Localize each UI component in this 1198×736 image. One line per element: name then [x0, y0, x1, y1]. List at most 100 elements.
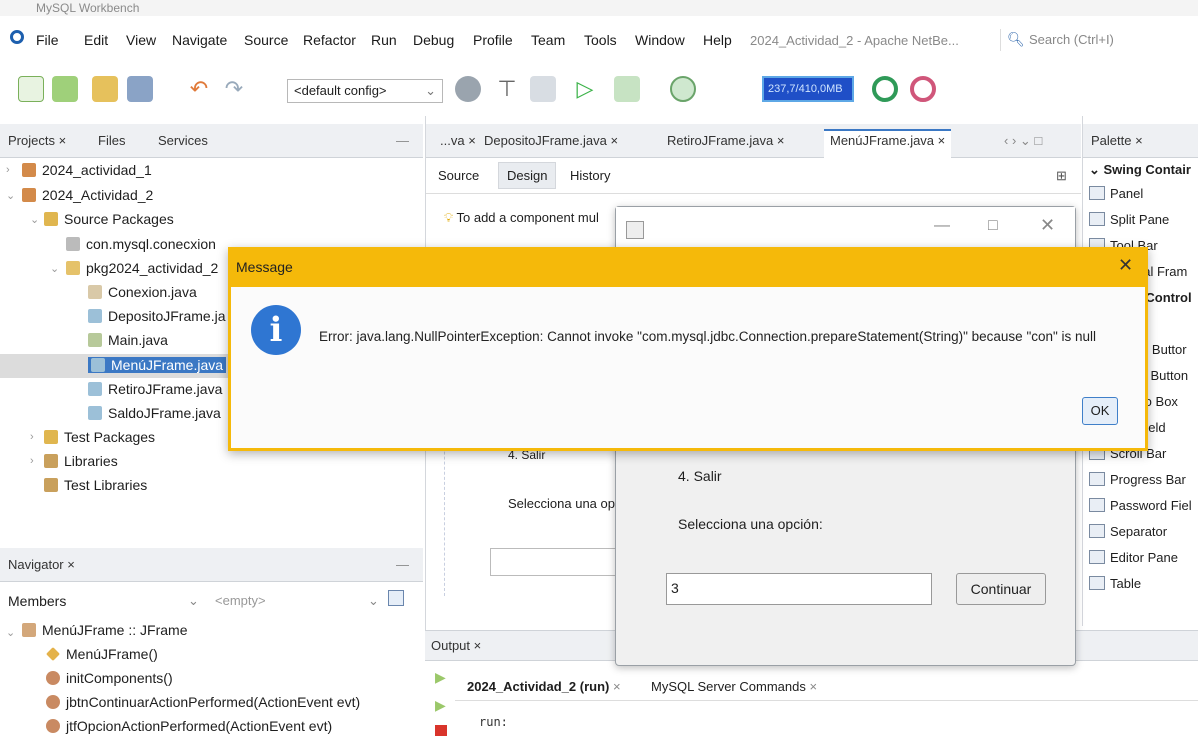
tree-item-file[interactable]: SaldoJFrame.java	[88, 405, 221, 421]
palette-item[interactable]: Password Fiel	[1089, 498, 1192, 513]
tree-item-file[interactable]: Conexion.java	[88, 284, 197, 300]
continuar-button[interactable]: Continuar	[956, 573, 1046, 605]
undo-icon[interactable]: ↶	[186, 76, 212, 102]
menu-debug[interactable]: Debug	[413, 32, 454, 48]
tab-files[interactable]: Files	[98, 133, 125, 148]
navigator-member[interactable]: jtfOpcionActionPerformed(ActionEvent evt…	[46, 718, 332, 734]
tree-item-folder[interactable]: Libraries	[44, 453, 118, 469]
tab-editor-file[interactable]: ...va ×	[440, 133, 476, 148]
palette-item[interactable]: Progress Bar	[1089, 472, 1186, 487]
menu-navigate[interactable]: Navigate	[172, 32, 227, 48]
menu-file[interactable]: File	[36, 32, 59, 48]
clean-build-icon[interactable]	[530, 76, 556, 102]
palette-item[interactable]: Editor Pane	[1089, 550, 1178, 565]
dialog-titlebar: Message ✕	[228, 247, 1148, 287]
tab-editor-file[interactable]: RetiroJFrame.java ×	[667, 133, 784, 148]
gc-icon[interactable]	[872, 76, 898, 102]
coffee-cup-icon	[22, 188, 36, 202]
netbeans-logo-icon	[10, 30, 24, 44]
navigator-member[interactable]: MenúJFrame()	[46, 646, 158, 662]
palette-item[interactable]: Panel	[1089, 186, 1143, 201]
navigator-filter-input[interactable]: <empty>	[215, 593, 266, 608]
search-input[interactable]: Search (Ctrl+I)	[1029, 32, 1114, 47]
ok-button[interactable]: OK	[1082, 397, 1118, 425]
minimize-icon[interactable]: —	[396, 557, 409, 572]
new-file-icon[interactable]	[18, 76, 44, 102]
tree-item-file[interactable]: Main.java	[88, 332, 168, 348]
tab-editor-file-active[interactable]: MenúJFrame.java ×	[824, 129, 952, 158]
jframe-form-icon	[88, 406, 102, 420]
open-project-icon[interactable]	[92, 76, 118, 102]
minimize-icon[interactable]: —	[934, 217, 950, 235]
gc-reset-icon[interactable]	[910, 76, 936, 102]
tab-scroll-icon[interactable]: ‹ › ⌄ □	[1004, 133, 1042, 149]
palette-item[interactable]: Split Pane	[1089, 212, 1169, 227]
tree-item-project[interactable]: 2024_Actividad_2	[22, 187, 153, 203]
menu-help[interactable]: Help	[703, 32, 732, 48]
stop-icon[interactable]	[435, 725, 447, 736]
search-box[interactable]: 🔍︎ Search (Ctrl+I)	[1000, 29, 1198, 51]
tab-navigator[interactable]: Navigator ×	[8, 557, 75, 572]
tree-item-file[interactable]: RetiroJFrame.java	[88, 381, 222, 397]
palette-item[interactable]: Table	[1089, 576, 1141, 591]
menu-source[interactable]: Source	[244, 32, 288, 48]
chevron-down-icon[interactable]: ⌄	[188, 593, 199, 609]
new-project-icon[interactable]	[52, 76, 78, 102]
menu-tools[interactable]: Tools	[584, 32, 617, 48]
menu-edit[interactable]: Edit	[84, 32, 108, 48]
maximize-icon[interactable]: □	[988, 217, 998, 235]
palette-item[interactable]: Separator	[1089, 524, 1167, 539]
menu-profile[interactable]: Profile	[473, 32, 513, 48]
subtab-design[interactable]: Design	[498, 162, 557, 189]
rerun-icon[interactable]: ▶	[435, 697, 446, 714]
subtab-source[interactable]: Source	[438, 168, 479, 183]
tree-item-package[interactable]: pkg2024_actividad_2	[66, 260, 218, 276]
chevron-down-icon[interactable]: ⌄	[368, 593, 379, 609]
tab-palette[interactable]: Palette ×	[1091, 133, 1143, 148]
close-icon[interactable]: ✕	[1118, 255, 1133, 276]
tree-item-file[interactable]: DepositoJFrame.ja	[88, 308, 226, 324]
profile-icon[interactable]	[670, 76, 696, 102]
tab-output[interactable]: Output ×	[431, 638, 481, 653]
tree-item-folder[interactable]: Test Packages	[44, 429, 155, 445]
tab-services[interactable]: Services	[158, 133, 208, 148]
config-select[interactable]: <default config> ⌄	[287, 79, 443, 103]
lightbulb-icon: 💡︎	[444, 210, 454, 225]
tree-item-package[interactable]: con.mysql.conecxion	[66, 236, 216, 252]
save-all-icon[interactable]	[127, 76, 153, 102]
tree-item-folder[interactable]: Test Libraries	[44, 477, 147, 493]
rerun-icon[interactable]: ▶	[435, 669, 446, 686]
subtab-history[interactable]: History	[570, 168, 610, 183]
menu-view[interactable]: View	[126, 32, 156, 48]
design-textfield[interactable]	[490, 548, 620, 576]
option-input[interactable]: 3	[666, 573, 932, 605]
palette-tabbar: Palette ×	[1083, 124, 1198, 158]
tree-item-project[interactable]: 2024_actividad_1	[22, 162, 152, 178]
navigator-class[interactable]: MenúJFrame :: JFrame	[22, 622, 187, 638]
menu-run[interactable]: Run	[371, 32, 397, 48]
tab-editor-file[interactable]: DepositoJFrame.java ×	[484, 133, 618, 148]
split-pane-icon	[1089, 212, 1105, 226]
tab-projects[interactable]: Projects ×	[8, 133, 66, 148]
tree-item-folder[interactable]: Source Packages	[44, 211, 174, 227]
close-icon[interactable]: ✕	[1040, 215, 1055, 236]
minimize-icon[interactable]: —	[396, 133, 409, 148]
expand-icon[interactable]: ⊞	[1056, 168, 1067, 184]
tab-mysql-commands[interactable]: MySQL Server Commands ×	[651, 679, 817, 694]
menu-team[interactable]: Team	[531, 32, 565, 48]
filter-toggle-icon[interactable]	[388, 590, 404, 606]
run-icon[interactable]: ▷	[572, 76, 598, 102]
option-salir-label: 4. Salir	[678, 468, 722, 484]
memory-usage-indicator[interactable]: 237,7/410,0MB	[762, 76, 854, 102]
debug-icon[interactable]	[614, 76, 640, 102]
menu-window[interactable]: Window	[635, 32, 685, 48]
menu-refactor[interactable]: Refactor	[303, 32, 356, 48]
palette-category[interactable]: ⌄ Swing Contair	[1089, 162, 1198, 178]
navigator-member[interactable]: initComponents()	[46, 670, 173, 686]
build-icon[interactable]: ⊤	[494, 76, 520, 102]
globe-icon[interactable]	[455, 76, 481, 102]
tab-run-output[interactable]: 2024_Actividad_2 (run) ×	[467, 679, 621, 694]
navigator-member[interactable]: jbtnContinuarActionPerformed(ActionEvent…	[46, 694, 360, 710]
tree-item-file-selected[interactable]: MenúJFrame.java	[88, 357, 227, 373]
redo-icon[interactable]: ↷	[221, 76, 247, 102]
